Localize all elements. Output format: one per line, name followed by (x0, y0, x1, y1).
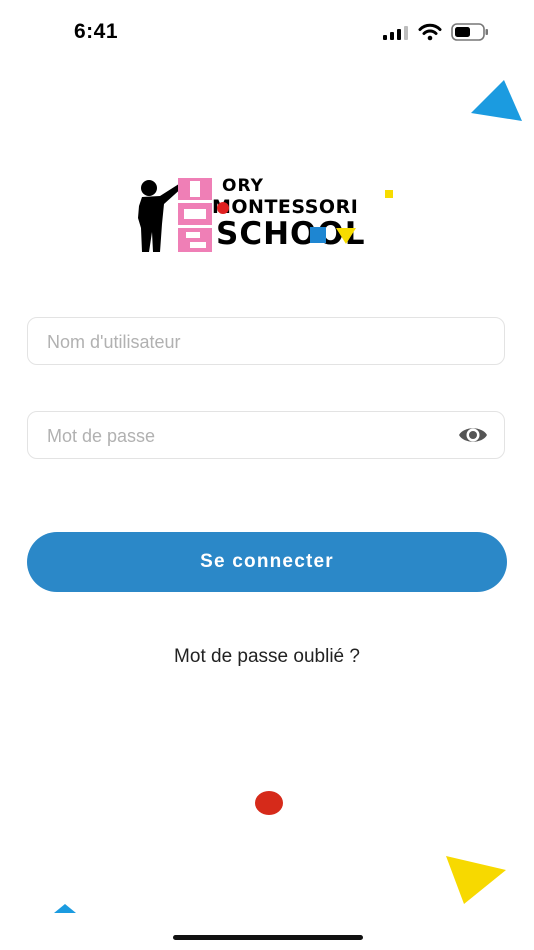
username-input[interactable] (45, 318, 449, 366)
password-field[interactable] (27, 411, 505, 460)
battery-icon (451, 23, 488, 41)
logo-text-montessori: MONTESSORI (212, 196, 359, 218)
pink-letter-blocks (178, 178, 212, 252)
username-field[interactable] (27, 317, 505, 366)
red-dot-decoration (255, 791, 283, 815)
logo-yellow-square (385, 190, 393, 198)
password-input[interactable] (45, 412, 449, 460)
show-password-eye-icon[interactable] (458, 424, 488, 446)
status-bar: 6:41 (0, 0, 534, 60)
logo-text-ory: ORY (222, 176, 264, 196)
status-time: 6:41 (74, 20, 119, 43)
logo-red-dot (217, 202, 229, 214)
blue-small-triangle-decoration (54, 904, 76, 913)
yellow-triangle-decoration (446, 856, 506, 904)
logo-blue-square (310, 227, 326, 243)
school-logo: ORY MONTESSORI SCHOOL (136, 172, 398, 254)
blue-triangle-decoration (471, 80, 522, 121)
login-button[interactable]: Se connecter (27, 532, 507, 592)
home-indicator[interactable] (173, 935, 363, 940)
forgot-password-link[interactable]: Mot de passe oublié ? (0, 646, 534, 668)
logo-yellow-triangle (336, 228, 356, 244)
wifi-icon (418, 23, 442, 41)
cellular-signal-icon (383, 26, 408, 40)
